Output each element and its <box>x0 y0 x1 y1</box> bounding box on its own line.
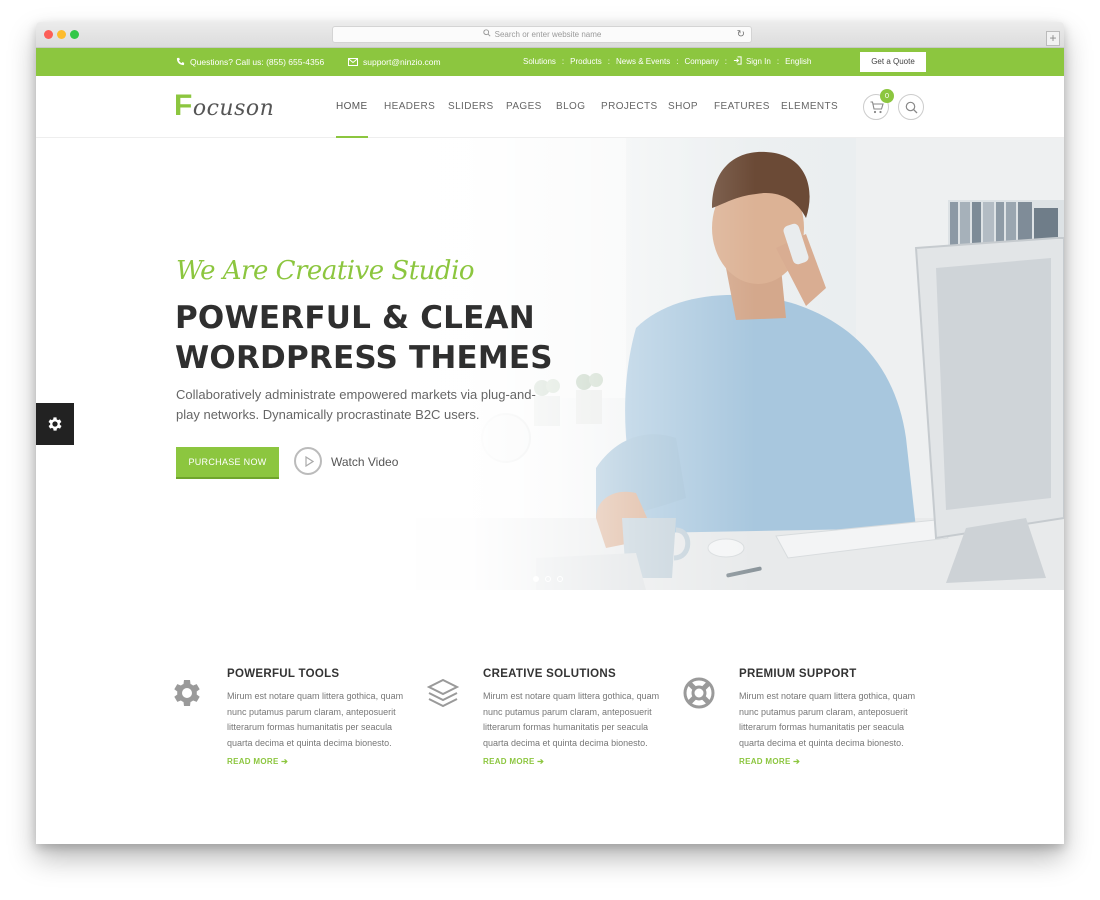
feature-creative-solutions: CREATIVE SOLUTIONS Mirum est notare quam… <box>426 590 676 844</box>
hero-slider: We Are Creative Studio POWERFUL & CLEAN … <box>36 138 1064 590</box>
hero-title-line-2: WORDPRESS THEMES <box>175 340 553 376</box>
top-links: Solutions: Products: News & Events: Company… <box>523 56 812 66</box>
layers-icon <box>426 678 460 708</box>
cart-count-badge: 0 <box>880 89 894 103</box>
purchase-now-button[interactable]: PURCHASE NOW <box>176 447 279 477</box>
browser-toolbar: Search or enter website name ↻ + <box>36 22 1064 48</box>
arrow-right-icon: ➔ <box>793 757 801 766</box>
sign-in-link[interactable]: Sign In <box>733 56 771 66</box>
nav-pages[interactable]: PAGES <box>506 76 542 138</box>
nav-projects[interactable]: PROJECTS <box>601 76 658 138</box>
watch-video-label: Watch Video <box>331 455 399 469</box>
browser-window: Search or enter website name ↻ + Questio… <box>36 22 1064 844</box>
feature-text: Mirum est notare quam littera gothica, q… <box>227 691 404 748</box>
slide-dot-3[interactable] <box>557 576 563 582</box>
slider-pagination <box>533 569 569 587</box>
feature-powerful-tools: POWERFUL TOOLS Mirum est notare quam lit… <box>170 590 420 844</box>
page: Search or enter website name ↻ + Questio… <box>0 0 1100 900</box>
settings-panel-toggle[interactable] <box>36 403 74 445</box>
slide-dot-2[interactable] <box>545 576 551 582</box>
play-icon <box>294 447 322 475</box>
envelope-icon <box>348 57 358 66</box>
email-link[interactable]: support@ninzio.com <box>348 48 441 76</box>
lifebuoy-icon <box>683 677 715 709</box>
close-window-button[interactable] <box>44 30 53 39</box>
reload-icon[interactable]: ↻ <box>737 29 745 41</box>
read-more-link[interactable]: READ MORE ➔ <box>483 757 544 766</box>
arrow-right-icon: ➔ <box>281 757 289 766</box>
search-button[interactable] <box>898 94 924 120</box>
top-link-solutions[interactable]: Solutions <box>523 57 556 66</box>
feature-title: POWERFUL TOOLS <box>227 668 340 680</box>
top-link-products[interactable]: Products <box>570 57 602 66</box>
top-link-company[interactable]: Company <box>684 57 718 66</box>
nav-shop[interactable]: SHOP <box>668 76 698 138</box>
cart-button[interactable]: 0 <box>863 89 894 120</box>
nav-headers[interactable]: HEADERS <box>384 76 435 138</box>
search-icon <box>482 27 491 43</box>
features-section: POWERFUL TOOLS Mirum est notare quam lit… <box>36 590 1064 844</box>
feature-title: CREATIVE SOLUTIONS <box>483 668 616 680</box>
arrow-right-icon: ➔ <box>537 757 545 766</box>
read-more-link[interactable]: READ MORE ➔ <box>227 757 288 766</box>
phone-contact: Questions? Call us: (855) 655-4356 <box>176 48 324 76</box>
address-bar[interactable]: Search or enter website name ↻ <box>332 26 752 43</box>
gear-icon <box>48 417 62 431</box>
get-a-quote-button[interactable]: Get a Quote <box>860 52 926 72</box>
address-placeholder: Search or enter website name <box>494 30 602 40</box>
top-bar: Questions? Call us: (855) 655-4356 suppo… <box>36 48 1064 76</box>
hero-description: Collaboratively administrate empowered m… <box>176 387 536 422</box>
top-link-news-events[interactable]: News & Events <box>616 57 670 66</box>
read-more-link[interactable]: READ MORE ➔ <box>739 757 800 766</box>
nav-home[interactable]: HOME <box>336 76 368 138</box>
maximize-window-button[interactable] <box>70 30 79 39</box>
site-header: Focuson HOME HEADERS SLIDERS PAGES BLOG … <box>36 76 1064 138</box>
nav-sliders[interactable]: SLIDERS <box>448 76 494 138</box>
feature-premium-support: PREMIUM SUPPORT Mirum est notare quam li… <box>682 590 932 844</box>
language-selector[interactable]: English <box>785 57 811 66</box>
nav-blog[interactable]: BLOG <box>556 76 585 138</box>
gear-icon <box>174 680 200 706</box>
minimize-window-button[interactable] <box>57 30 66 39</box>
cart-icon <box>870 101 884 114</box>
new-tab-button[interactable]: + <box>1046 31 1060 46</box>
nav-elements[interactable]: ELEMENTS <box>781 76 838 138</box>
feature-text: Mirum est notare quam littera gothica, q… <box>483 691 660 748</box>
nav-features[interactable]: FEATURES <box>714 76 770 138</box>
search-icon <box>905 101 918 114</box>
slide-dot-1[interactable] <box>533 576 539 582</box>
hero-title: POWERFUL & CLEAN WORDPRESS THEMES <box>175 298 553 378</box>
feature-title: PREMIUM SUPPORT <box>739 668 857 680</box>
site-logo[interactable]: Focuson <box>174 88 274 124</box>
sign-in-icon <box>733 56 742 65</box>
phone-icon <box>176 58 185 66</box>
feature-text: Mirum est notare quam littera gothica, q… <box>739 691 916 748</box>
hero-subtitle: We Are Creative Studio <box>176 256 475 286</box>
hero-title-line-1: POWERFUL & CLEAN <box>175 300 535 336</box>
